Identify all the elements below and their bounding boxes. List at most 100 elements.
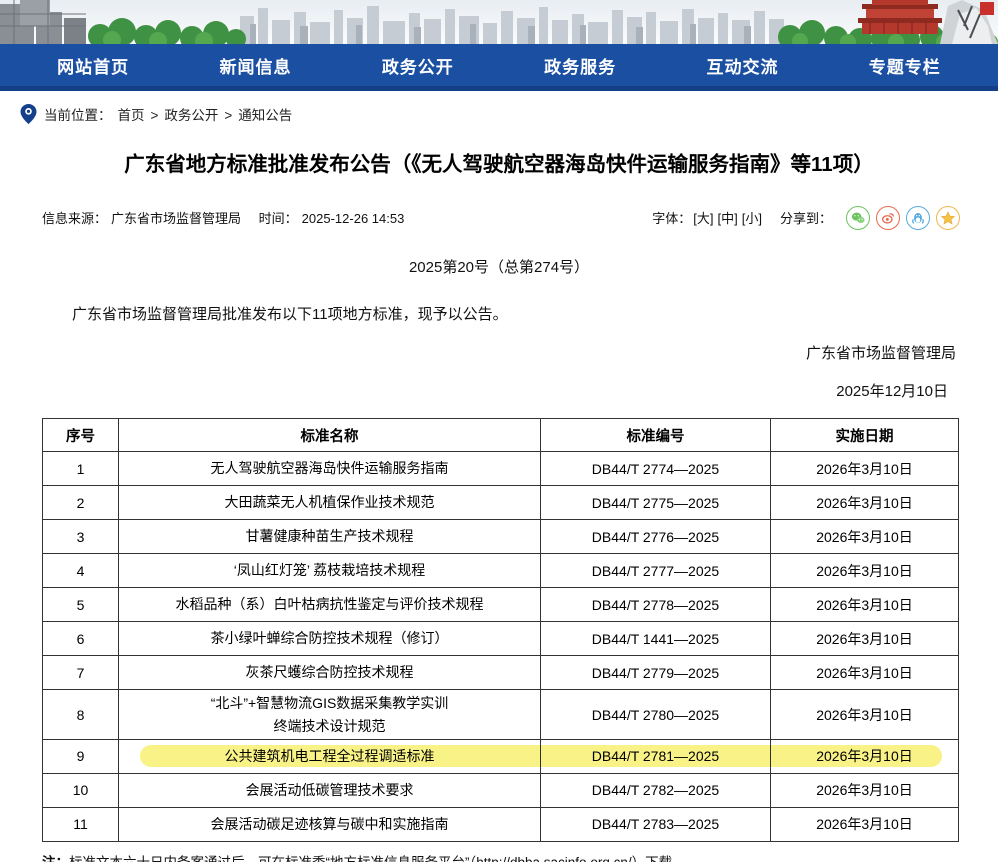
column-header: 序号 [43, 419, 119, 452]
signature-org: 广东省市场监督管理局 [0, 342, 998, 363]
footnote-label: 注： [42, 855, 69, 862]
table-row: 11会展活动碳足迹核算与碳中和实施指南DB44/T 2783—20252026年… [43, 807, 959, 841]
cell-name: 灰茶尺蠖综合防控技术规程 [119, 656, 541, 690]
cell-code: DB44/T 2780—2025 [541, 690, 771, 740]
wechat-share-icon[interactable] [846, 206, 870, 230]
table-row: 4‘凤山红灯笼’ 荔枝栽培技术规程DB44/T 2777—20252026年3月… [43, 554, 959, 588]
footnote: 注：标准文本六十日内备案通过后，可在标准委“地方标准信息服务平台”（http:/… [42, 851, 956, 862]
page-title: 广东省地方标准批准发布公告（《无人驾驶航空器海岛快件运输服务指南》等11项） [40, 151, 958, 179]
font-size-label: 字体： [652, 208, 691, 227]
cell-date: 2026年3月10日 [771, 452, 959, 486]
nav-item-3[interactable]: 政务公开 [382, 53, 454, 78]
cell-name: 无人驾驶航空器海岛快件运输服务指南 [119, 452, 541, 486]
share-label: 分享到： [780, 208, 832, 227]
table-row: 7灰茶尺蠖综合防控技术规程DB44/T 2779—20252026年3月10日 [43, 656, 959, 690]
cell-name: 甘薯健康种苗生产技术规程 [119, 520, 541, 554]
nav-item-2[interactable]: 新闻信息 [219, 53, 291, 78]
nav-item-5[interactable]: 互动交流 [706, 53, 778, 78]
cell-code: DB44/T 1441—2025 [541, 622, 771, 656]
cell-date: 2026年3月10日 [771, 588, 959, 622]
time-label: 时间： [259, 211, 298, 226]
cell-code: DB44/T 2776—2025 [541, 520, 771, 554]
article-meta: 信息来源： 广东省市场监督管理局 时间： 2025-12-26 14:53 [42, 208, 408, 227]
breadcrumb-link-1[interactable]: 首页 [118, 108, 145, 123]
signature-date: 2025年12月10日 [0, 380, 998, 401]
cell-date: 2026年3月10日 [771, 554, 959, 588]
cell-code: DB44/T 2779—2025 [541, 656, 771, 690]
cell-name: ‘凤山红灯笼’ 荔枝栽培技术规程 [119, 554, 541, 588]
meta-tools: 字体： [大] [中] [小] 分享到： [652, 206, 960, 230]
source-label: 信息来源： [42, 211, 107, 226]
standards-table-wrap: 序号标准名称标准编号实施日期 1无人驾驶航空器海岛快件运输服务指南DB44/T … [42, 418, 958, 842]
breadcrumb-link-3[interactable]: 通知公告 [238, 108, 292, 123]
breadcrumb-link-2[interactable]: 政务公开 [164, 108, 218, 123]
time-value: 2025-12-26 14:53 [302, 211, 405, 226]
cell-code: DB44/T 2783—2025 [541, 807, 771, 841]
nav-item-4[interactable]: 政务服务 [544, 53, 616, 78]
location-pin-icon [20, 104, 37, 124]
cell-code: DB44/T 2782—2025 [541, 773, 771, 807]
seal-mark [980, 2, 994, 15]
cell-no: 8 [43, 690, 119, 740]
font-size-large-button[interactable]: [大] [693, 208, 713, 227]
column-header: 标准编号 [541, 419, 771, 452]
nav-item-1[interactable]: 网站首页 [57, 53, 129, 78]
cell-code: DB44/T 2777—2025 [541, 554, 771, 588]
table-row: 2大田蔬菜无人机植保作业技术规范DB44/T 2775—20252026年3月1… [43, 486, 959, 520]
cell-name: 水稻品种（系）白叶枯病抗性鉴定与评价技术规程 [119, 588, 541, 622]
cell-date: 2026年3月10日 [771, 773, 959, 807]
announcement-body: 广东省市场监督管理局批准发布以下11项地方标准，现予以公告。 [42, 304, 952, 327]
cell-no: 4 [43, 554, 119, 588]
cell-code: DB44/T 2781—2025 [541, 739, 771, 773]
table-row: 6茶小绿叶蝉综合防控技术规程（修订）DB44/T 1441—20252026年3… [43, 622, 959, 656]
cell-no: 1 [43, 452, 119, 486]
table-row: 1无人驾驶航空器海岛快件运输服务指南DB44/T 2774—20252026年3… [43, 452, 959, 486]
cell-date: 2026年3月10日 [771, 807, 959, 841]
table-header-row: 序号标准名称标准编号实施日期 [43, 419, 959, 452]
breadcrumb-label: 当前位置： [44, 104, 112, 124]
footnote-text: 标准文本六十日内备案通过后，可在标准委“地方标准信息服务平台”（http://d… [69, 855, 686, 862]
cell-name: 大田蔬菜无人机植保作业技术规范 [119, 486, 541, 520]
source-value: 广东省市场监督管理局 [111, 211, 241, 226]
qq-share-icon[interactable] [906, 206, 930, 230]
cell-no: 11 [43, 807, 119, 841]
cell-no: 5 [43, 588, 119, 622]
cell-no: 3 [43, 520, 119, 554]
cell-date: 2026年3月10日 [771, 656, 959, 690]
meta-row: 信息来源： 广东省市场监督管理局 时间： 2025-12-26 14:53 字体： … [42, 206, 960, 230]
document-number: 2025第20号（总第274号） [0, 256, 998, 277]
cell-date: 2026年3月10日 [771, 622, 959, 656]
cell-name: 会展活动低碳管理技术要求 [119, 773, 541, 807]
weibo-share-icon[interactable] [876, 206, 900, 230]
font-size-medium-button[interactable]: [中] [718, 208, 738, 227]
table-row: 10会展活动低碳管理技术要求DB44/T 2782—20252026年3月10日 [43, 773, 959, 807]
cell-no: 7 [43, 656, 119, 690]
table-row: 8“北斗”+智慧物流GIS数据采集教学实训 终端技术设计规范DB44/T 278… [43, 690, 959, 740]
cell-code: DB44/T 2774—2025 [541, 452, 771, 486]
breadcrumb-separator: > [151, 108, 159, 123]
table-row: 9公共建筑机电工程全过程调适标准DB44/T 2781—20252026年3月1… [43, 739, 959, 773]
city-skyline-banner-image [0, 0, 998, 44]
column-header: 标准名称 [119, 419, 541, 452]
cell-no: 6 [43, 622, 119, 656]
cell-no: 2 [43, 486, 119, 520]
cell-code: DB44/T 2775—2025 [541, 486, 771, 520]
font-size-small-button[interactable]: [小] [742, 208, 762, 227]
cell-code: DB44/T 2778—2025 [541, 588, 771, 622]
cell-date: 2026年3月10日 [771, 690, 959, 740]
standards-table: 序号标准名称标准编号实施日期 1无人驾驶航空器海岛快件运输服务指南DB44/T … [42, 418, 959, 842]
main-nav: 网站首页 新闻信息 政务公开 政务服务 互动交流 专题专栏 [0, 44, 998, 86]
cell-name: 茶小绿叶蝉综合防控技术规程（修订） [119, 622, 541, 656]
nav-item-6[interactable]: 专题专栏 [869, 53, 941, 78]
cell-no: 10 [43, 773, 119, 807]
column-header: 实施日期 [771, 419, 959, 452]
cell-date: 2026年3月10日 [771, 739, 959, 773]
nav-bottom-strip [0, 86, 998, 91]
cell-no: 9 [43, 739, 119, 773]
cell-name: “北斗”+智慧物流GIS数据采集教学实训 终端技术设计规范 [119, 690, 541, 740]
favorite-star-icon[interactable] [936, 206, 960, 230]
table-row: 5水稻品种（系）白叶枯病抗性鉴定与评价技术规程DB44/T 2778—20252… [43, 588, 959, 622]
cell-date: 2026年3月10日 [771, 520, 959, 554]
page: 网站首页新闻信息政务公开政务服务互动交流专题专栏 当前位置： 首页>政务公开>通… [0, 0, 998, 862]
breadcrumb-separator: > [224, 108, 232, 123]
